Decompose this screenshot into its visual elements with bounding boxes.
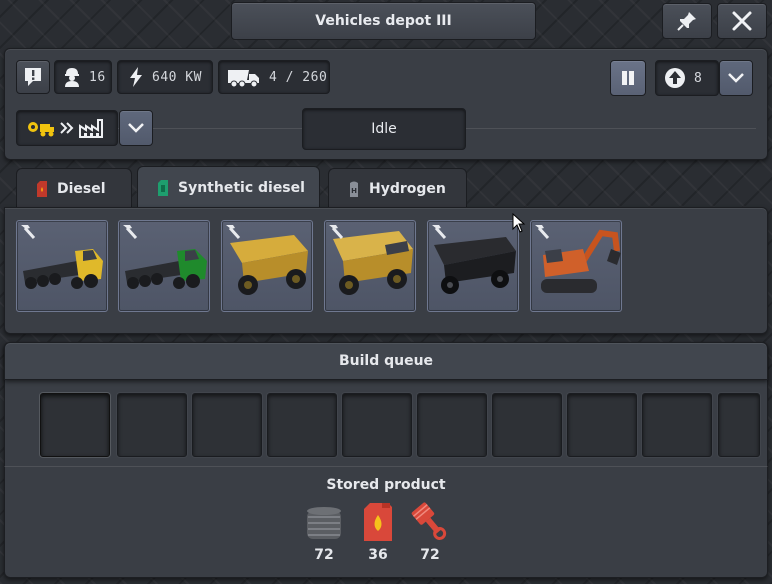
diesel-canister-icon bbox=[37, 180, 47, 197]
mouse-cursor-icon bbox=[512, 213, 526, 233]
power-indicator: 640 KW bbox=[117, 60, 213, 94]
tab-synthetic-diesel[interactable]: Synthetic diesel bbox=[137, 166, 320, 208]
tab-diesel-label: Diesel bbox=[57, 180, 106, 197]
queue-slot[interactable] bbox=[342, 393, 412, 457]
chevron-down-icon bbox=[728, 73, 744, 83]
alert-icon bbox=[25, 68, 41, 86]
queue-slot[interactable] bbox=[267, 393, 337, 457]
queue-slot[interactable] bbox=[718, 393, 760, 457]
stored-title: Stored product bbox=[326, 477, 446, 493]
hammer-icon bbox=[123, 225, 138, 240]
hammer-icon bbox=[21, 225, 36, 240]
factory-icon bbox=[79, 119, 103, 138]
queue-divider bbox=[4, 466, 768, 467]
vehicle-orange-excavator[interactable] bbox=[530, 220, 622, 312]
workers-indicator: 16 bbox=[54, 60, 112, 94]
tab-synthetic-diesel-label: Synthetic diesel bbox=[178, 179, 305, 196]
state-label: Idle bbox=[371, 121, 397, 137]
recipe-dropdown-button[interactable] bbox=[119, 110, 153, 146]
notification-button[interactable] bbox=[16, 60, 50, 94]
vehicle-green-truck[interactable] bbox=[118, 220, 210, 312]
pin-icon bbox=[677, 12, 696, 31]
close-icon bbox=[732, 11, 752, 31]
window-title: Vehicles depot III bbox=[231, 2, 536, 40]
chevron-down-icon bbox=[128, 123, 144, 133]
workers-count: 16 bbox=[89, 69, 106, 85]
power-value: 640 KW bbox=[152, 69, 202, 85]
queue-slot[interactable] bbox=[40, 393, 110, 457]
vehicle-black-haul-truck[interactable] bbox=[427, 220, 519, 312]
vehicles-count: 4 / 260 bbox=[269, 69, 328, 85]
queue-slot[interactable] bbox=[117, 393, 187, 457]
hammer-icon bbox=[432, 225, 447, 240]
queue-slot[interactable] bbox=[192, 393, 262, 457]
queue-slot[interactable] bbox=[567, 393, 637, 457]
rubber-roll-icon bbox=[307, 507, 341, 539]
dump-truck-icon bbox=[228, 70, 259, 88]
synthetic-diesel-canister-icon bbox=[158, 179, 168, 196]
tab-diesel[interactable]: Diesel bbox=[16, 168, 132, 208]
recipe-selector[interactable] bbox=[16, 110, 118, 146]
pin-button[interactable] bbox=[662, 3, 712, 39]
pause-button[interactable] bbox=[610, 60, 646, 96]
vehicle-large-yellow-haul-truck[interactable] bbox=[324, 220, 416, 312]
hammer-icon bbox=[535, 225, 550, 240]
priority-dropdown-button[interactable] bbox=[719, 60, 753, 96]
hydrogen-canister-icon: H bbox=[350, 181, 358, 197]
gear-truck-icon bbox=[28, 122, 54, 137]
worker-icon bbox=[65, 68, 79, 87]
window-title-text: Vehicles depot III bbox=[315, 13, 452, 29]
priority-indicator: 8 bbox=[655, 60, 719, 96]
hammer-icon bbox=[329, 225, 344, 240]
tab-hydrogen[interactable]: H Hydrogen bbox=[328, 168, 467, 208]
queue-slot[interactable] bbox=[642, 393, 712, 457]
piston-icon bbox=[411, 502, 447, 540]
state-display: Idle bbox=[302, 108, 466, 150]
double-chevron-right-icon bbox=[60, 122, 74, 134]
close-button[interactable] bbox=[717, 3, 767, 39]
tab-hydrogen-label: Hydrogen bbox=[369, 180, 446, 197]
priority-up-icon bbox=[665, 68, 685, 88]
vehicles-indicator: 4 / 260 bbox=[218, 60, 330, 94]
priority-value: 8 bbox=[694, 70, 703, 86]
queue-slot[interactable] bbox=[492, 393, 562, 457]
pause-icon bbox=[622, 71, 634, 85]
fuel-canister-icon bbox=[364, 503, 392, 541]
queue-slot[interactable] bbox=[417, 393, 487, 457]
hammer-icon bbox=[226, 225, 241, 240]
stored-count: 72 bbox=[314, 547, 334, 563]
lightning-icon bbox=[130, 67, 142, 87]
vehicle-yellow-truck[interactable] bbox=[16, 220, 108, 312]
svg-text:H: H bbox=[351, 187, 357, 195]
queue-title: Build queue bbox=[338, 353, 434, 369]
stored-count: 36 bbox=[368, 547, 388, 563]
stored-count: 72 bbox=[420, 547, 440, 563]
vehicle-yellow-haul-truck[interactable] bbox=[221, 220, 313, 312]
